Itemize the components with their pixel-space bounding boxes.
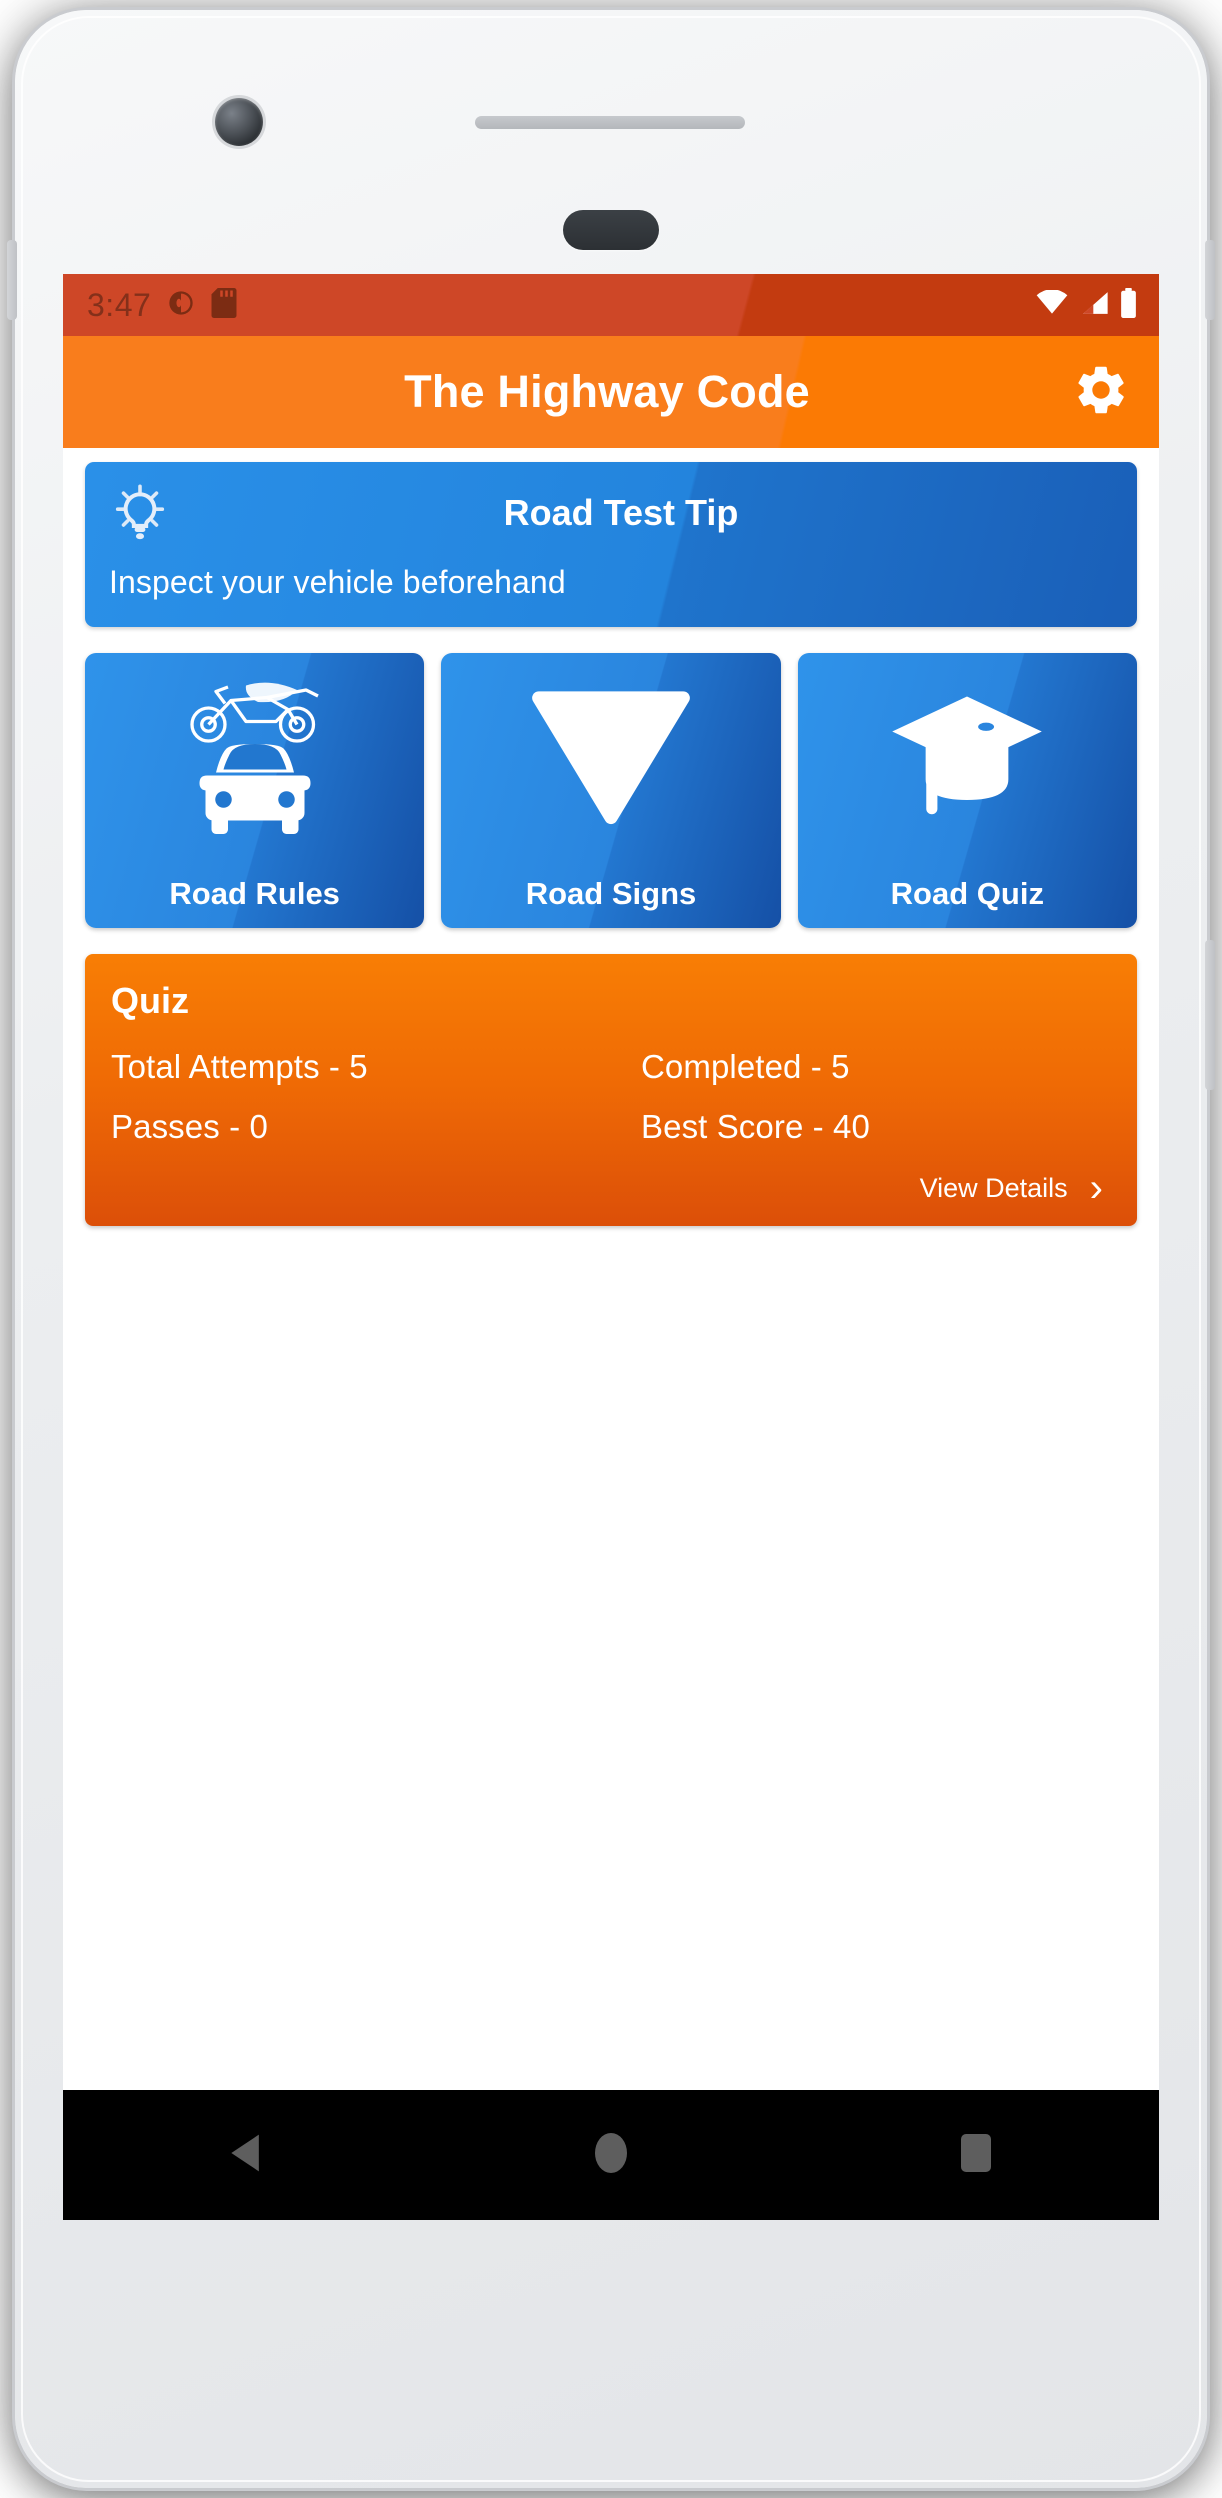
nav-back-button[interactable] [63, 2131, 428, 2180]
quiz-stat-passes: Passes - 0 [111, 1108, 268, 1145]
home-circle-icon [591, 2131, 631, 2180]
tile-label: Road Rules [169, 876, 340, 911]
gear-icon [1072, 361, 1130, 424]
tip-card-text: Inspect your vehicle beforehand [109, 564, 566, 600]
wifi-icon [1036, 288, 1068, 321]
status-clock: 3:47 [87, 286, 152, 323]
motorcycle-and-car-icon [85, 653, 424, 861]
tile-road-rules[interactable]: Road Rules [85, 653, 425, 928]
volume-button[interactable] [7, 240, 17, 320]
app-bar: The Highway Code [63, 336, 1159, 448]
cell-signal-icon [1079, 290, 1109, 321]
back-triangle-icon [225, 2131, 267, 2180]
recents-square-icon [958, 2131, 994, 2180]
volume-rocker-button[interactable] [1205, 940, 1215, 1090]
quiz-card-title: Quiz [111, 980, 189, 1021]
tile-label: Road Signs [525, 876, 697, 911]
front-camera [215, 98, 263, 146]
phone-screen: 3:47 The Highway Code Road Test Tip Insp… [63, 274, 1159, 2220]
settings-button[interactable] [1069, 360, 1133, 424]
graduation-cap-icon [798, 653, 1137, 861]
tip-card-header: Road Test Tip [109, 484, 1113, 542]
phone-frame: 3:47 The Highway Code Road Test Tip Insp… [7, 10, 1215, 2488]
yield-triangle-icon [441, 653, 780, 861]
tile-road-quiz[interactable]: Road Quiz [797, 653, 1137, 928]
home-button[interactable] [563, 210, 659, 250]
status-bar: 3:47 [63, 274, 1159, 336]
android-navigation-bar [63, 2090, 1159, 2220]
quiz-stat-best-score: Best Score - 40 [641, 1108, 870, 1145]
tile-road-signs[interactable]: Road Signs [441, 653, 781, 928]
quiz-stat-total-attempts: Total Attempts - 5 [111, 1048, 368, 1085]
do-not-disturb-icon [167, 289, 195, 322]
view-details-label: View Details [919, 1172, 1068, 1203]
sd-card-icon [211, 287, 237, 323]
tip-card-title: Road Test Tip [503, 492, 739, 533]
quiz-stat-row: Passes - 0 Best Score - 40 [111, 1108, 1111, 1146]
main-content: Road Test Tip Inspect your vehicle befor… [63, 448, 1159, 1226]
status-bar-left-group: 3:47 [87, 287, 237, 324]
nav-home-button[interactable] [428, 2131, 793, 2180]
power-button[interactable] [1205, 240, 1215, 320]
battery-icon [1120, 287, 1137, 323]
tile-label: Road Quiz [890, 876, 1044, 911]
page-title: The Highway Code [404, 366, 810, 417]
category-tiles-row: Road Rules Road Signs Road Quiz [85, 653, 1137, 928]
view-details-button[interactable]: View Details › [111, 1168, 1111, 1208]
nav-recents-button[interactable] [794, 2131, 1159, 2180]
chevron-right-icon: › [1089, 1166, 1103, 1210]
quiz-summary-card[interactable]: Quiz Total Attempts - 5 Completed - 5 Pa… [85, 954, 1137, 1226]
status-bar-right-group [1036, 287, 1137, 323]
lightbulb-icon [109, 484, 171, 542]
earpiece-speaker [475, 116, 745, 129]
quiz-stat-row: Total Attempts - 5 Completed - 5 [111, 1048, 1111, 1086]
road-test-tip-card[interactable]: Road Test Tip Inspect your vehicle befor… [85, 462, 1137, 627]
quiz-stat-completed: Completed - 5 [641, 1048, 850, 1085]
